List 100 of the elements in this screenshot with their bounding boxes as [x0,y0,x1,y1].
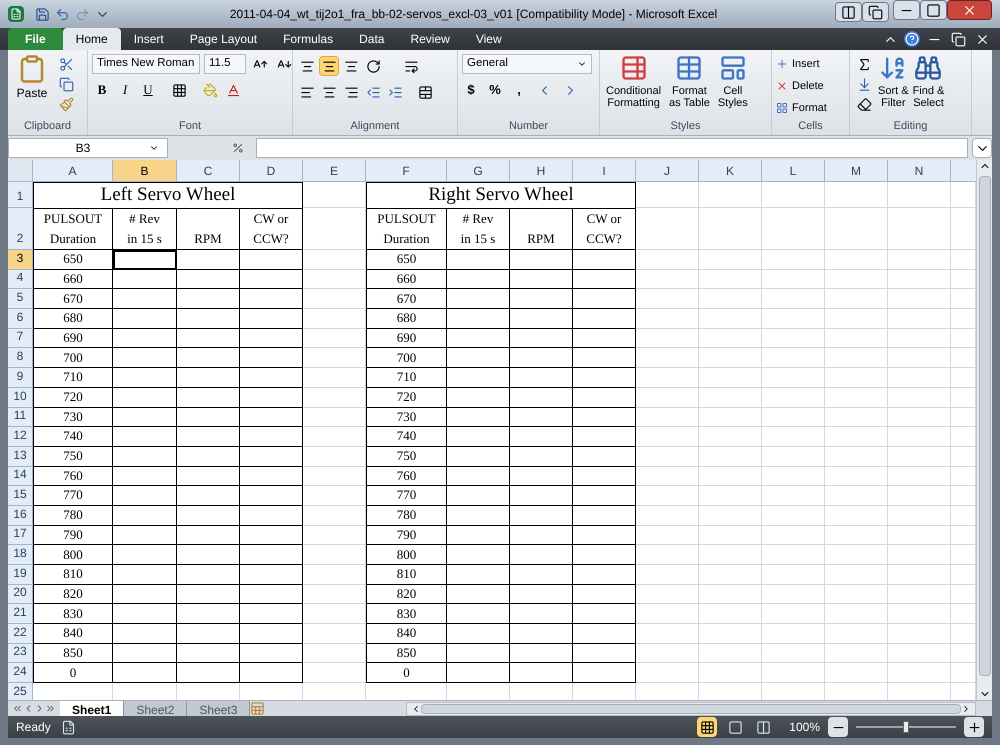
styles-button[interactable]: Conditional Formatting [604,54,664,119]
ribbon-tab[interactable]: Page Layout [176,28,270,50]
name-box[interactable]: B3 [8,138,168,158]
scrollbar-thumb[interactable] [421,704,961,714]
scrollbar-thumb[interactable] [978,176,990,676]
table-cell: 730 [33,408,113,428]
table-cell [240,486,303,506]
grid-cell [951,644,976,664]
cells-button[interactable]: Format [776,98,827,118]
table-cell [177,408,240,428]
grid-cell [303,446,366,467]
ribbon-tab[interactable]: File [8,28,63,50]
expand-formula-icon[interactable] [972,138,992,158]
middle-align-icon[interactable] [319,56,339,76]
font-name-field[interactable]: Times New Roman [92,54,200,74]
table-cell [240,644,303,664]
table-cell [447,309,510,329]
zoom-slider-thumb[interactable] [903,721,909,733]
sheet-tab[interactable]: Sheet2 [124,700,188,716]
zoom-slider[interactable] [856,721,956,733]
grid-cell [888,250,951,270]
column-header[interactable]: G [447,160,510,182]
font-size-field[interactable]: 11.5 [204,54,246,74]
number-format-field[interactable]: General [462,54,592,74]
maximize-icon[interactable] [920,0,947,20]
column-header[interactable]: C [177,160,240,182]
ribbon-tab[interactable]: Review [397,28,463,50]
editing-button[interactable]: Sort & Filter [878,54,909,119]
active-cell[interactable] [113,250,177,270]
column-header[interactable]: H [510,160,573,182]
grid-cell [762,328,825,348]
layout-icon[interactable] [835,2,862,22]
table-cell [447,270,510,290]
table-cell [510,644,573,664]
column-header[interactable]: K [699,160,762,182]
table-cell [510,250,573,270]
column-header[interactable]: L [762,160,825,182]
last-sheet-icon[interactable] [45,703,56,714]
ribbon-tab[interactable]: Home [62,28,121,50]
view-icon[interactable] [697,717,718,737]
horizontal-scrollbar[interactable] [406,702,976,716]
grid-cell [888,486,951,506]
grid-cell [762,565,825,585]
formula-field[interactable] [256,138,968,158]
table-cell [240,584,303,604]
table-cell [447,388,510,408]
cells-button[interactable]: Delete [776,76,827,96]
grid-cell [303,388,366,408]
vertical-scrollbar[interactable] [976,160,992,700]
ribbon-tab[interactable]: View [462,28,515,50]
grid-cell [636,208,699,250]
number-style-button[interactable]: , [510,80,528,100]
table-cell [177,466,240,486]
column-header[interactable]: J [636,160,699,182]
zoom-level[interactable]: 100% [789,718,820,736]
first-sheet-icon[interactable] [12,703,23,714]
row-header: 3 [8,250,33,270]
column-header[interactable]: F [366,160,447,182]
table-cell [177,446,240,467]
column-header[interactable]: E [303,160,366,182]
sheet-tab[interactable]: Sheet1 [60,700,124,716]
number-style-button[interactable]: $ [462,80,480,100]
button-label: Sort & Filter [878,85,909,109]
ribbon-tab[interactable]: Formulas [270,28,346,50]
table-cell [510,408,573,428]
column-header[interactable]: D [240,160,303,182]
help-icon[interactable] [904,31,920,47]
paste-button[interactable]: Paste [12,54,52,119]
font-style-button[interactable]: I [115,80,135,100]
table-cell [177,663,240,684]
zoom-in-icon[interactable] [964,717,984,737]
font-style-button[interactable]: U [138,80,158,100]
column-header[interactable]: M [825,160,888,182]
table-cell [447,624,510,644]
grid-cell [762,289,825,310]
windows-icon[interactable] [862,2,889,22]
column-header[interactable]: I [573,160,636,182]
zoom-out-icon[interactable] [828,717,848,737]
styles-button[interactable]: Format as Table [667,54,712,119]
column-header[interactable]: B [113,160,177,182]
table-cell [447,328,510,348]
grid-cell [951,565,976,585]
number-style-button[interactable]: % [486,80,504,100]
column-header[interactable]: A [33,160,113,182]
styles-button[interactable]: Cell Styles [716,54,750,119]
table-cell: 720 [366,388,447,408]
table-title: Left Servo Wheel [33,182,303,208]
ribbon-tab[interactable]: Data [346,28,398,50]
table-cell [573,624,636,644]
group-label: Cells [797,119,824,134]
ribbon-tab[interactable]: Insert [120,28,177,50]
grid-cell [762,208,825,250]
column-header[interactable]: N [888,160,951,182]
table-cell [510,446,573,467]
editing-button[interactable]: Find & Select [912,54,944,119]
font-style-button[interactable]: B [92,80,112,100]
sheet-tab[interactable]: Sheet3 [187,700,250,716]
cells-button[interactable]: Insert [776,54,827,74]
grid-cell [699,486,762,506]
close-icon[interactable] [947,0,992,20]
